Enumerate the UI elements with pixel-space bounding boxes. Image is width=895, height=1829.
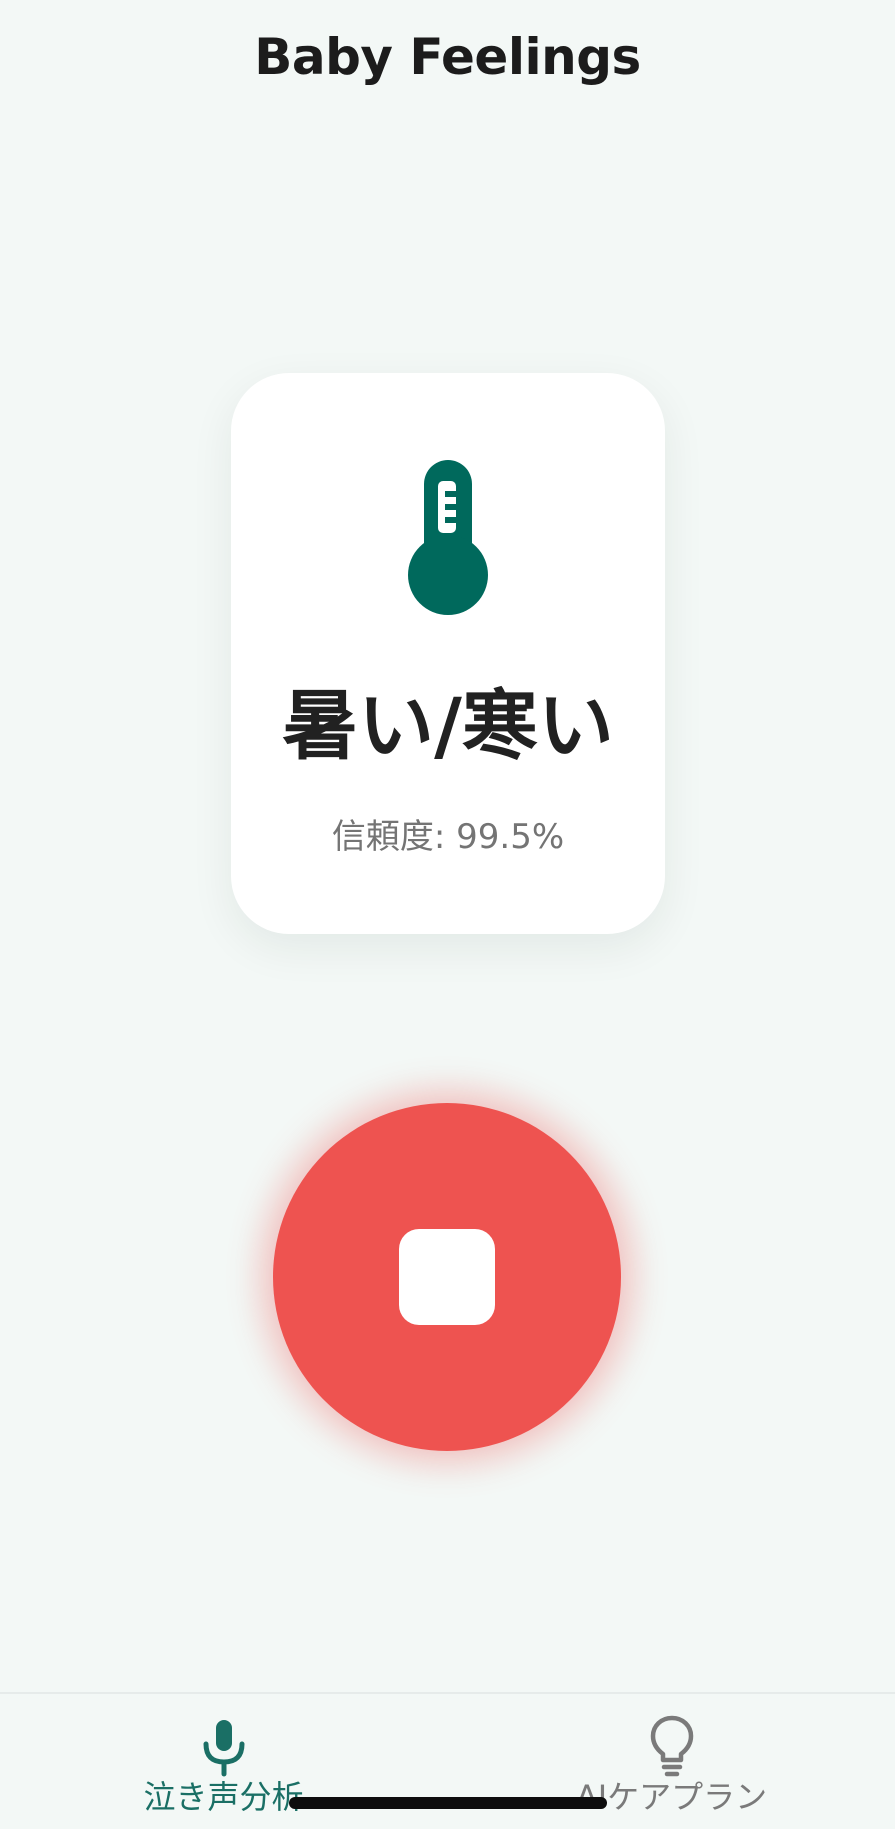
home-indicator[interactable] bbox=[289, 1797, 607, 1809]
stop-icon bbox=[399, 1229, 495, 1325]
microphone-icon bbox=[203, 1720, 245, 1777]
result-card: 暑い/寒い 信頼度: 99.5% bbox=[231, 373, 665, 934]
thermometer-icon bbox=[408, 460, 488, 615]
nav-label-ai-care-plan: AIケアプラン bbox=[575, 1778, 768, 1816]
emotion-label: 暑い/寒い bbox=[282, 681, 614, 770]
app-title: Baby Feelings bbox=[254, 28, 641, 86]
stop-recording-button[interactable] bbox=[273, 1103, 621, 1451]
confidence-text: 信頼度: 99.5% bbox=[331, 817, 565, 857]
nav-label-cry-analysis: 泣き声分析 bbox=[143, 1778, 304, 1816]
lightbulb-icon bbox=[650, 1715, 694, 1777]
